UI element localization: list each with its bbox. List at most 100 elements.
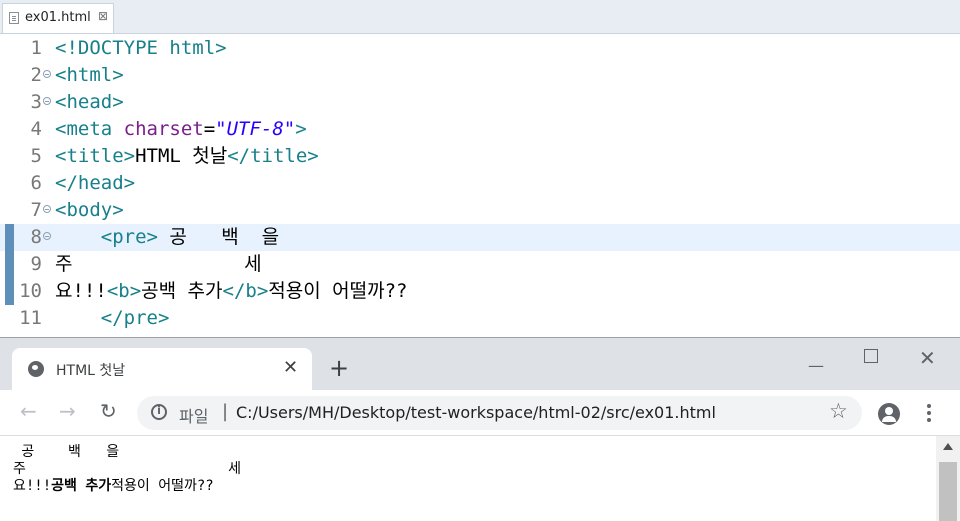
- code-text: <!DOCTYPE html>: [55, 36, 227, 60]
- menu-dots-icon[interactable]: [927, 404, 931, 425]
- scroll-up-arrow-icon[interactable]: [943, 443, 953, 450]
- code-text: <head>: [55, 90, 124, 114]
- code-token: <b>: [106, 280, 142, 302]
- editor-tab-ex01[interactable]: ex01.html ⊠: [2, 3, 114, 33]
- code-token: <meta: [55, 118, 124, 140]
- code-line[interactable]: 11 </pre>: [0, 305, 960, 332]
- address-url[interactable]: C:/Users/MH/Desktop/test-workspace/html-…: [236, 403, 716, 422]
- info-icon[interactable]: [151, 404, 167, 420]
- code-token: 공 백 을: [157, 226, 280, 248]
- address-bar[interactable]: 파일 | C:/Users/MH/Desktop/test-workspace/…: [137, 396, 862, 430]
- code-line[interactable]: 5 <title>HTML 첫날</title>: [0, 143, 960, 170]
- minimize-button[interactable]: —: [808, 356, 824, 375]
- code-line[interactable]: 4 <meta charset="UTF-8">: [0, 116, 960, 143]
- code-text: <pre> 공 백 을: [55, 225, 279, 249]
- code-token: HTML 첫날: [135, 145, 228, 167]
- code-line[interactable]: 3 <head>: [0, 89, 960, 116]
- editor-tab-label: ex01.html: [25, 10, 91, 25]
- code-editor[interactable]: ex01.html ⊠ 1 <!DOCTYPE html> 2 <html> 3 <hea…: [0, 0, 960, 337]
- reload-button[interactable]: ↻: [100, 400, 117, 422]
- code-token: </head>: [55, 172, 136, 194]
- line-number: 8: [30, 226, 42, 248]
- code-token: </title>: [227, 145, 319, 167]
- back-button[interactable]: ←: [20, 400, 37, 422]
- bookmark-star-icon[interactable]: ☆: [829, 399, 848, 423]
- line-number: 11: [19, 307, 42, 329]
- code-text: 요!!!<b>공백 추가</b>적용이 어떨까??: [55, 279, 407, 303]
- code-token: 요!!!: [55, 280, 107, 302]
- code-line[interactable]: 10 요!!!<b>공백 추가</b>적용이 어떨까??: [0, 278, 960, 305]
- address-separator: |: [222, 401, 229, 422]
- line-number: 3: [30, 91, 42, 113]
- page-viewport: 공 백 을 주 세 요!!!공백 추가적용이 어떨까??: [0, 436, 936, 521]
- code-text: <title>HTML 첫날</title>: [55, 144, 319, 168]
- code-line[interactable]: 9 주 세: [0, 251, 960, 278]
- code-token: <title>: [55, 145, 136, 167]
- html-file-icon: [9, 12, 19, 24]
- code-text: 주 세: [55, 252, 262, 276]
- code-lines[interactable]: 1 <!DOCTYPE html> 2 <html> 3 <head> 4 <meta cha…: [0, 35, 960, 332]
- code-token: <!DOCTYPE html>: [55, 37, 227, 59]
- fold-toggle-icon[interactable]: [43, 70, 51, 78]
- code-text: <meta charset="UTF-8">: [55, 117, 307, 141]
- code-token: <body>: [55, 199, 124, 221]
- pre-content: 공 백 을 주 세 요!!!공백 추가적용이 어떨까??: [13, 444, 241, 495]
- code-token: 공백 추가: [141, 280, 223, 302]
- code-token: 주 세: [55, 253, 262, 275]
- code-line[interactable]: 6 </head>: [0, 170, 960, 197]
- code-line[interactable]: 8 <pre> 공 백 을: [0, 224, 960, 251]
- pre-line-2: 주 세: [13, 461, 242, 477]
- change-marker: [5, 278, 14, 305]
- code-token: </pre>: [100, 307, 170, 329]
- code-text: </pre>: [55, 306, 170, 330]
- line-number: 7: [30, 199, 42, 221]
- fold-toggle-icon[interactable]: [43, 205, 51, 213]
- line-number: 9: [30, 253, 42, 275]
- pre-line-1: 공 백 을: [13, 444, 120, 460]
- code-line[interactable]: 2 <html>: [0, 62, 960, 89]
- tab-close-icon[interactable]: ✕: [283, 357, 298, 378]
- maximize-button[interactable]: [864, 349, 878, 363]
- account-icon[interactable]: [878, 403, 900, 425]
- line-number: 6: [30, 172, 42, 194]
- pre-bold-text: 공백 추가: [51, 478, 112, 494]
- line-number: 2: [30, 64, 42, 86]
- code-token: 적용이 어떨까??: [268, 280, 408, 302]
- code-text: <html>: [55, 63, 124, 87]
- browser-tab-strip: HTML 첫날 ✕ + — ✕: [0, 338, 960, 390]
- change-marker: [5, 224, 14, 251]
- code-token: =: [203, 118, 216, 140]
- browser-toolbar: ← → ↻ 파일 | C:/Users/MH/Desktop/test-work…: [0, 390, 960, 436]
- globe-icon: [28, 361, 44, 377]
- code-token: <pre>: [100, 226, 158, 248]
- code-token: <html>: [55, 64, 124, 86]
- code-token: charset: [123, 118, 204, 140]
- close-icon[interactable]: ⊠: [98, 9, 108, 23]
- browser-tab-title: HTML 첫날: [56, 363, 126, 379]
- line-number: 4: [30, 118, 42, 140]
- code-line[interactable]: 1 <!DOCTYPE html>: [0, 35, 960, 62]
- line-number: 5: [30, 145, 42, 167]
- code-text: <body>: [55, 198, 124, 222]
- code-line[interactable]: 7 <body>: [0, 197, 960, 224]
- code-token: <head>: [55, 91, 124, 113]
- browser-tab[interactable]: HTML 첫날 ✕: [12, 348, 312, 390]
- vertical-scrollbar[interactable]: [936, 436, 960, 521]
- window-close-button[interactable]: ✕: [919, 346, 936, 370]
- fold-toggle-icon[interactable]: [43, 232, 51, 240]
- new-tab-button[interactable]: +: [329, 356, 349, 380]
- browser-window: HTML 첫날 ✕ + — ✕ ← → ↻ 파일 | C:/Users/MH/D…: [0, 337, 960, 521]
- code-token: </b>: [222, 280, 269, 302]
- line-number: 10: [19, 280, 42, 302]
- forward-button[interactable]: →: [59, 400, 76, 422]
- change-marker: [5, 251, 14, 278]
- line-number: 1: [30, 37, 42, 59]
- pre-line-3-suffix: 적용이 어떨까??: [111, 478, 214, 494]
- fold-toggle-icon[interactable]: [43, 97, 51, 105]
- address-scheme-label: 파일: [179, 407, 209, 426]
- scrollbar-thumb[interactable]: [939, 462, 957, 521]
- code-token: >: [295, 118, 307, 140]
- editor-tab-bar: ex01.html ⊠: [0, 0, 960, 34]
